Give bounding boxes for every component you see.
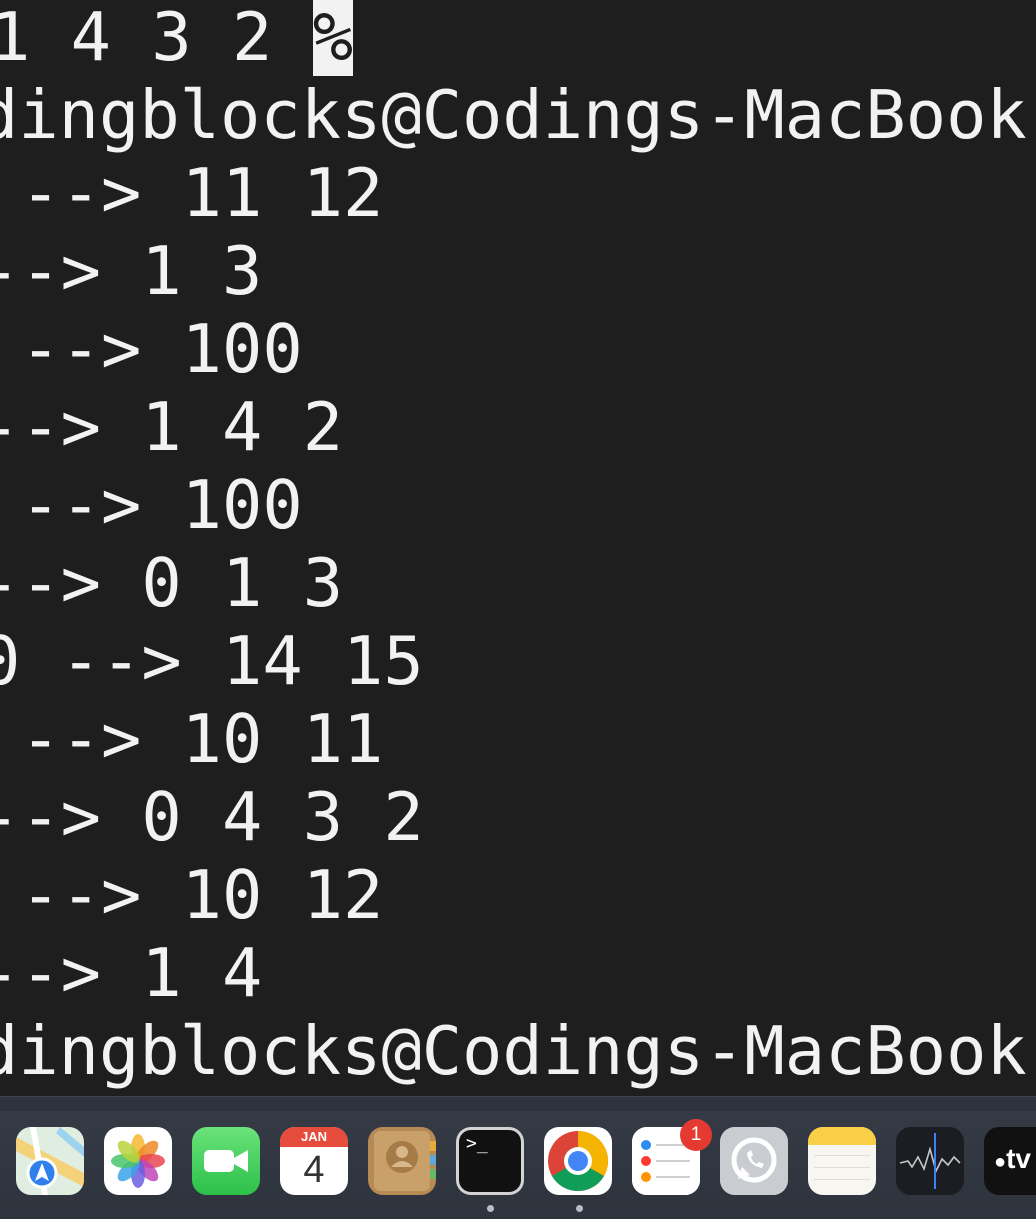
notification-badge: 1 [680, 1119, 712, 1151]
terminal-prompt-line: dingblocks@Codings-MacBook- [0, 76, 1036, 154]
terminal-line: --> 1 3 [0, 232, 263, 310]
apple-tv-label: ●tv [994, 1143, 1031, 1174]
terminal-line: --> 10 11 [0, 700, 384, 778]
terminal-icon[interactable]: >_ [456, 1127, 524, 1195]
terminal-line: --> 0 1 3 [0, 544, 344, 622]
contacts-icon[interactable] [368, 1127, 436, 1195]
apple-logo-icon: ● [994, 1151, 1007, 1173]
terminal-window[interactable]: 1 4 3 2 % dingblocks@Codings-MacBook- --… [0, 0, 1036, 1096]
calendar-month: JAN [300, 1129, 327, 1144]
terminal-line: --> 0 4 3 2 [0, 778, 424, 856]
terminal-line: 1 4 3 2 % [0, 0, 354, 76]
facetime-icon[interactable] [192, 1127, 260, 1195]
photos-icon[interactable] [104, 1127, 172, 1195]
terminal-line: --> 1 4 2 [0, 388, 344, 466]
terminal-line: 0 --> 14 15 [0, 622, 424, 700]
running-indicator [576, 1205, 583, 1212]
terminal-cursor: % [312, 0, 354, 76]
calendar-icon[interactable]: JAN 4 [280, 1127, 348, 1195]
chrome-icon[interactable] [544, 1127, 612, 1195]
terminal-line: --> 100 [0, 466, 303, 544]
apple-tv-icon[interactable]: ●tv [984, 1127, 1036, 1195]
terminal-line: --> 1 4 [0, 934, 263, 1012]
calendar-day: 4 [303, 1149, 325, 1191]
terminal-prompt-glyph: >_ [466, 1133, 488, 1154]
whatsapp-icon[interactable] [720, 1127, 788, 1195]
terminal-line: --> 10 12 [0, 856, 384, 934]
dock: JAN 4 >_ 1 ●tv [0, 1096, 1036, 1219]
voice-memos-icon[interactable] [896, 1127, 964, 1195]
running-indicator [487, 1205, 494, 1212]
maps-icon[interactable] [16, 1127, 84, 1195]
terminal-line: --> 100 [0, 310, 303, 388]
terminal-line: --> 11 12 [0, 154, 384, 232]
terminal-prompt-line: dingblocks@Codings-MacBook- [0, 1012, 1036, 1090]
notes-icon[interactable] [808, 1127, 876, 1195]
